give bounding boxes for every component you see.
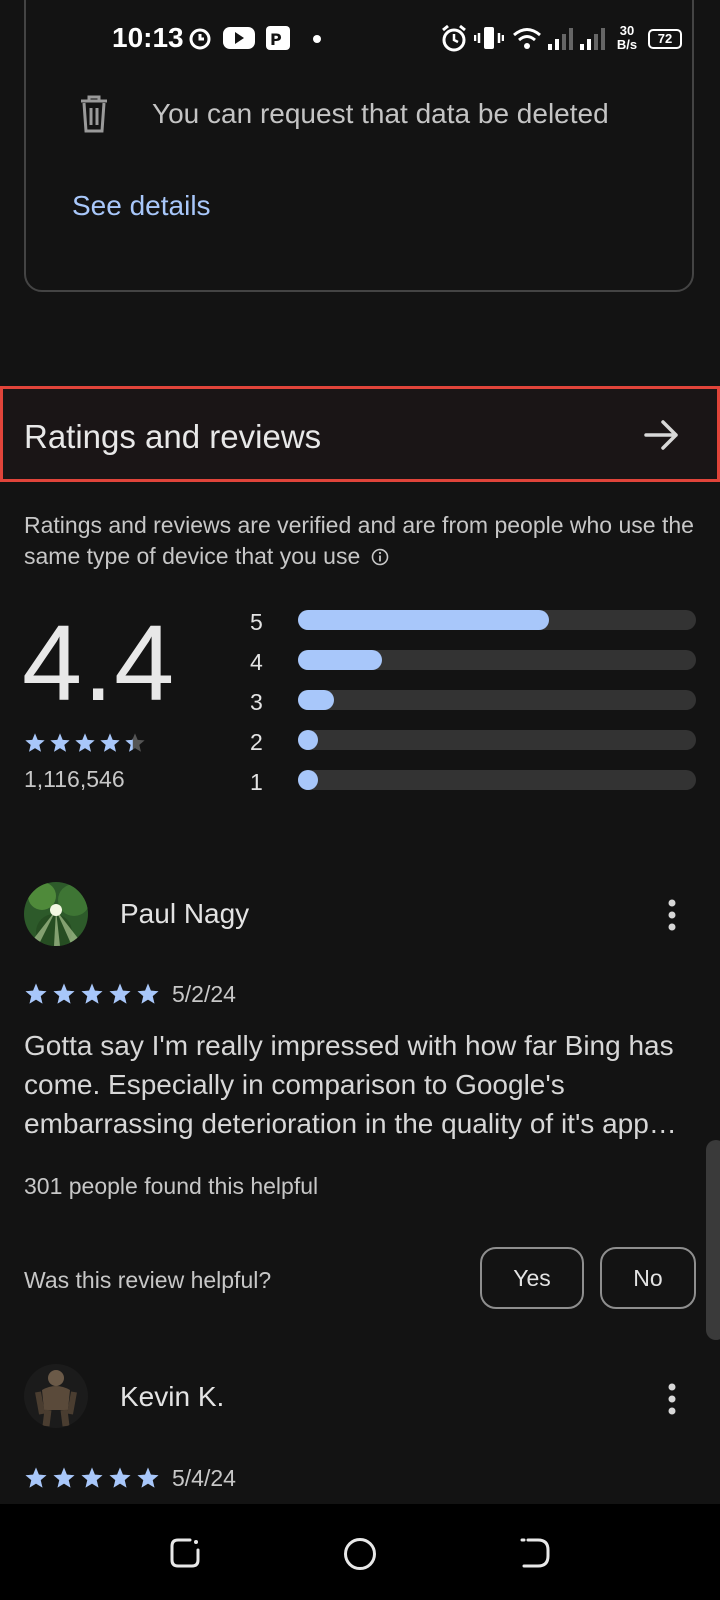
review-stars	[24, 982, 164, 1011]
back-icon[interactable]	[518, 1536, 552, 1570]
rating-bar-label: 2	[250, 729, 263, 755]
star-icon	[75, 733, 95, 752]
home-icon[interactable]	[342, 1536, 378, 1572]
ratings-reviews-title: Ratings and reviews	[24, 418, 322, 455]
helpful-count: 301 people found this helpful	[24, 1173, 319, 1199]
star-icon	[50, 733, 70, 752]
review-stars	[24, 1466, 164, 1495]
rating-count: 1,116,546	[24, 766, 125, 792]
rating-bar	[298, 610, 696, 630]
rating-bar-fill	[298, 650, 382, 670]
star-icon	[25, 983, 47, 1004]
see-details-link[interactable]: See details	[72, 190, 211, 222]
star-icon	[81, 1467, 103, 1488]
rating-bar-label: 1	[250, 769, 263, 795]
star-icon	[137, 1467, 159, 1488]
star-icon	[100, 733, 120, 752]
helpful-question: Was this review helpful?	[24, 1267, 272, 1293]
star-icon	[53, 1467, 75, 1488]
verified-ratings-note: Ratings and reviews are verified and are…	[24, 510, 704, 572]
review-date: 5/4/24	[172, 1465, 236, 1491]
average-rating-stars	[24, 732, 149, 759]
rating-bar	[298, 690, 696, 710]
reviewer-name: Kevin K.	[120, 1381, 225, 1412]
reviewer-photo	[24, 1364, 88, 1428]
rating-bar-fill	[298, 690, 334, 710]
trash-icon	[81, 95, 107, 133]
data-safety-card	[24, 0, 694, 292]
rating-bar-fill	[298, 610, 549, 630]
avatar[interactable]	[24, 1364, 88, 1428]
more-vert-icon[interactable]	[664, 898, 680, 932]
star-icon	[53, 983, 75, 1004]
rating-bar-fill	[298, 770, 318, 790]
rating-bar	[298, 730, 696, 750]
star-icon	[109, 1467, 131, 1488]
star-icon	[25, 1467, 47, 1488]
rating-bar	[298, 770, 696, 790]
rating-bar-label: 4	[250, 649, 263, 675]
arrow-right-icon[interactable]	[644, 418, 680, 452]
more-vert-icon[interactable]	[664, 1382, 680, 1416]
rating-bar-label: 3	[250, 689, 263, 715]
rating-bar	[298, 650, 696, 670]
info-icon[interactable]	[371, 548, 389, 566]
review-text[interactable]: Gotta say I'm really impressed with how …	[24, 1026, 699, 1143]
review-date: 5/2/24	[172, 981, 236, 1007]
navigation-bar	[0, 1504, 720, 1600]
reviewer-name: Paul Nagy	[120, 898, 250, 929]
rating-bar-label: 5	[250, 609, 263, 635]
helpful-yes-button[interactable]: Yes	[480, 1247, 584, 1309]
scrollbar-handle[interactable]	[706, 1140, 720, 1340]
star-icon	[81, 983, 103, 1004]
average-rating: 4.4	[22, 602, 176, 723]
star-icon	[109, 983, 131, 1004]
verified-ratings-text: Ratings and reviews are verified and are…	[24, 512, 694, 569]
helpful-no-button[interactable]: No	[600, 1247, 696, 1309]
data-deletion-text: You can request that data be deleted	[152, 98, 609, 129]
star-icon	[25, 733, 45, 752]
rating-bar-fill	[298, 730, 318, 750]
star-icon	[137, 983, 159, 1004]
reviewer-photo	[24, 882, 88, 946]
star-icon	[125, 733, 145, 752]
avatar[interactable]	[24, 882, 88, 946]
recents-icon[interactable]	[168, 1536, 202, 1570]
